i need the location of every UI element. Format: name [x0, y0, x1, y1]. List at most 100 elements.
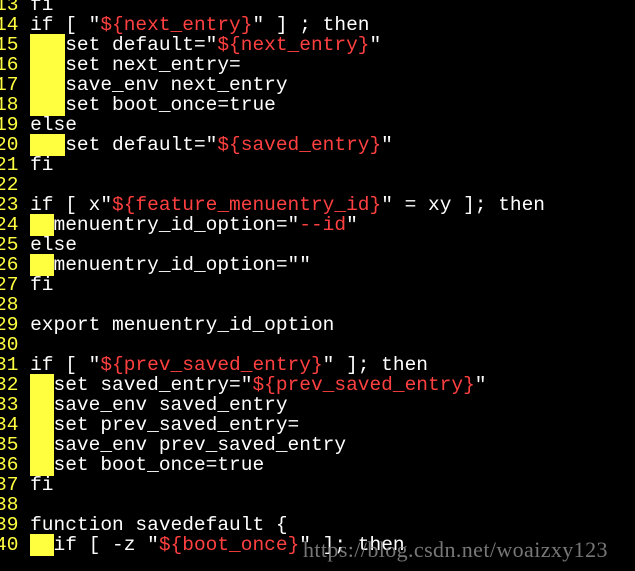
- code-text: " = xy ]; then: [381, 194, 546, 216]
- string-token: ${prev_saved_entry}: [100, 354, 323, 376]
- code-text: ": [381, 134, 393, 156]
- code-line: 18 set boot_once=true: [0, 94, 545, 116]
- code-line: 23 if [ x"${feature_menuentry_id}" = xy …: [0, 195, 545, 215]
- code-line: 19 else: [0, 115, 545, 135]
- string-token: ${boot_once}: [158, 534, 300, 556]
- tab-highlight: [30, 214, 54, 236]
- tab-highlight: [30, 74, 66, 96]
- line-number: 20: [0, 134, 19, 156]
- code-text: set default=": [65, 34, 218, 56]
- line-number: 33: [0, 394, 19, 416]
- code-text: save_env prev_saved_entry: [53, 434, 347, 456]
- tab-highlight: [30, 454, 54, 476]
- code-text: if [ -z ": [53, 534, 159, 556]
- code-line: 24 menuentry_id_option="--id": [0, 214, 545, 236]
- code-text: menuentry_id_option="": [53, 254, 311, 276]
- line-number: 17: [0, 74, 19, 96]
- code-line: 33 save_env saved_entry: [0, 394, 545, 416]
- line-number: 32: [0, 374, 19, 396]
- code-text: " ]; then: [322, 354, 428, 376]
- code-line: 21 fi: [0, 155, 545, 175]
- line-number: 15: [0, 34, 19, 56]
- code-text: set saved_entry=": [53, 374, 253, 396]
- line-number: 29: [0, 314, 19, 336]
- code-text: save_env next_entry: [65, 74, 288, 96]
- line-number: 27: [0, 274, 19, 296]
- code-line: 36 set boot_once=true: [0, 454, 545, 476]
- code-line: 27 fi: [0, 275, 545, 295]
- tab-highlight: [30, 254, 54, 276]
- line-number: 31: [0, 354, 19, 376]
- code-line: 34 set prev_saved_entry=: [0, 414, 545, 436]
- code-text: set boot_once=true: [65, 94, 276, 116]
- tab-highlight: [30, 94, 66, 116]
- code-text: else: [30, 234, 77, 256]
- code-line: 22: [0, 175, 545, 195]
- code-text: if [ ": [30, 354, 101, 376]
- code-text: ": [369, 34, 382, 56]
- line-number: 26: [0, 254, 19, 276]
- code-text: function savedefault {: [30, 514, 288, 536]
- line-number: 21: [0, 154, 19, 176]
- line-number: 23: [0, 194, 19, 216]
- code-text: set prev_saved_entry=: [53, 414, 300, 436]
- code-line: 26 menuentry_id_option="": [0, 254, 545, 276]
- code-text: save_env saved_entry: [53, 394, 288, 416]
- code-text: fi: [30, 474, 54, 496]
- line-number: 35: [0, 434, 19, 456]
- code-line: 32 set saved_entry="${prev_saved_entry}": [0, 374, 545, 396]
- code-text: fi: [30, 154, 54, 176]
- code-line: 29 export menuentry_id_option: [0, 315, 545, 335]
- line-number: 40: [0, 534, 19, 556]
- line-number: 16: [0, 54, 19, 76]
- line-number: 38: [0, 494, 19, 516]
- tab-highlight: [30, 394, 54, 416]
- tab-highlight: [30, 414, 54, 436]
- watermark: https://blog.csdn.net/woaizxy123: [303, 537, 608, 562]
- string-token: ${next_entry}: [217, 34, 370, 56]
- code-line: 30: [0, 335, 545, 355]
- line-number: 39: [0, 514, 19, 536]
- tab-highlight: [30, 34, 66, 56]
- tab-highlight: [30, 54, 66, 76]
- code-editor[interactable]: 13 fi 14 if [ "${next_entry}" ] ; then 15 …: [0, 0, 545, 556]
- line-number: 30: [0, 334, 19, 356]
- code-line: 31 if [ "${prev_saved_entry}" ]; then: [0, 355, 545, 375]
- code-text: menuentry_id_option=": [53, 214, 300, 236]
- code-line: 39 function savedefault {: [0, 515, 545, 535]
- code-line: 13 fi: [0, 0, 545, 15]
- code-text: ": [346, 214, 358, 236]
- line-number: 19: [0, 114, 19, 136]
- tab-highlight: [30, 374, 54, 396]
- line-number: 37: [0, 474, 19, 496]
- code-line: 16 set next_entry=: [0, 54, 545, 76]
- line-number: 22: [0, 174, 19, 196]
- tab-highlight: [30, 534, 54, 556]
- code-line: 14 if [ "${next_entry}" ] ; then: [0, 15, 545, 35]
- code-line: 17 save_env next_entry: [0, 74, 545, 96]
- code-line: 38: [0, 495, 545, 515]
- code-text: set next_entry=: [65, 54, 241, 76]
- code-text: else: [30, 114, 77, 136]
- tab-highlight: [30, 134, 66, 156]
- string-token: --id: [299, 214, 347, 236]
- line-number: 24: [0, 214, 19, 236]
- string-token: ${saved_entry}: [217, 134, 382, 156]
- string-token: ${prev_saved_entry}: [252, 374, 475, 396]
- code-line: 35 save_env prev_saved_entry: [0, 434, 545, 456]
- code-line: 15 set default="${next_entry}": [0, 34, 545, 56]
- string-token: ${feature_menuentry_id}: [112, 194, 382, 216]
- code-text: if [ ": [30, 14, 101, 36]
- string-token: ${next_entry}: [100, 14, 253, 36]
- code-line: 28: [0, 295, 545, 315]
- line-number: 18: [0, 94, 19, 116]
- line-number: 14: [0, 14, 19, 36]
- code-text: " ] ; then: [252, 14, 370, 36]
- code-text: ": [474, 374, 487, 396]
- line-number: 36: [0, 454, 19, 476]
- code-text: if [ x": [30, 194, 113, 216]
- code-text: fi: [30, 274, 54, 296]
- code-line: 25 else: [0, 235, 545, 255]
- code-text: set boot_once=true: [53, 454, 265, 476]
- tab-highlight: [30, 434, 54, 456]
